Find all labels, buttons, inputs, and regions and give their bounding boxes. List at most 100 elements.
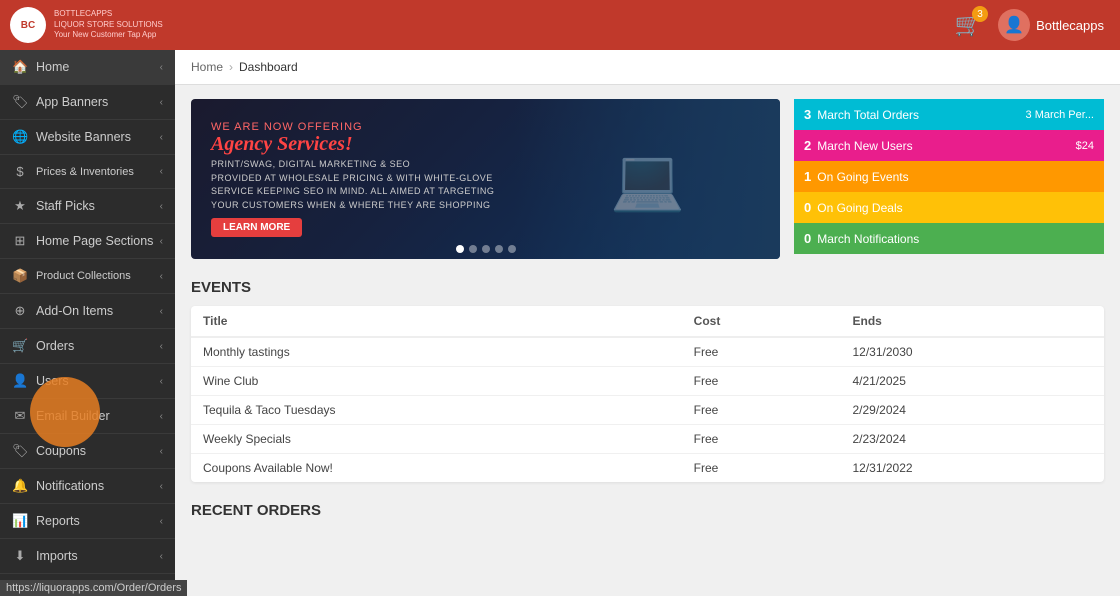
- event-cost-2: Free: [682, 396, 841, 425]
- banner-overlay-text: WE ARE NOW OFFERING Agency Services! PRI…: [211, 121, 494, 237]
- home-icon: 🏠: [12, 59, 28, 75]
- carousel-dots: [456, 245, 516, 253]
- chevron-icon-imports: ‹: [160, 551, 163, 562]
- stat-label-0: March Total Orders: [817, 108, 919, 122]
- event-title-4: Coupons Available Now!: [191, 454, 682, 483]
- banner-section: WE ARE NOW OFFERING Agency Services! PRI…: [191, 99, 1104, 259]
- sidebar-item-label-reports: Reports: [36, 514, 80, 528]
- logo-text: BOTTLECAPPS LIQUOR STORE SOLUTIONS Your …: [54, 9, 163, 40]
- sidebar-item-label-website-banners: Website Banners: [36, 130, 131, 144]
- stat-right-0: 3 March Per...: [1026, 109, 1094, 121]
- col-cost: Cost: [682, 306, 841, 337]
- carousel-wrapper: WE ARE NOW OFFERING Agency Services! PRI…: [191, 99, 780, 259]
- banner-right-side: 💻: [515, 99, 780, 259]
- col-title: Title: [191, 306, 682, 337]
- app-subtitle: Your New Customer Tap App: [54, 30, 163, 40]
- chevron-icon-staff-picks: ‹: [160, 201, 163, 212]
- stat-num-3: 0: [804, 200, 811, 215]
- sidebar-item-notifications[interactable]: 🔔Notifications‹: [0, 469, 175, 504]
- sidebar-item-label-orders: Orders: [36, 339, 74, 353]
- notifications-icon: 🔔: [12, 478, 28, 494]
- stat-label-1: March New Users: [817, 139, 912, 153]
- chevron-icon-website-banners: ‹: [160, 132, 163, 143]
- product-collections-icon: 📦: [12, 268, 28, 284]
- sidebar-item-email-builder[interactable]: ✉Email Builder‹: [0, 399, 175, 434]
- sidebar-item-home-page-sections[interactable]: ⊞Home Page Sections‹: [0, 224, 175, 259]
- event-cost-0: Free: [682, 337, 841, 367]
- carousel-dot-2[interactable]: [469, 245, 477, 253]
- sidebar-item-staff-picks[interactable]: ★ Staff Picks ‹: [0, 189, 175, 224]
- sidebar-item-add-on-items[interactable]: ⊕Add-On Items‹: [0, 294, 175, 329]
- sidebar-item-coupons[interactable]: 🏷 Coupons ‹: [0, 434, 175, 469]
- breadcrumb: Home › Dashboard: [175, 50, 1120, 85]
- sidebar-item-users[interactable]: 👤Users‹: [0, 364, 175, 399]
- chevron-icon-app-banners: ‹: [160, 97, 163, 108]
- breadcrumb-current: Dashboard: [239, 60, 298, 74]
- avatar-circle: 👤: [998, 9, 1030, 41]
- stat-num-1: 2: [804, 138, 811, 153]
- carousel-dot-5[interactable]: [508, 245, 516, 253]
- chevron-icon-home-page-sections: ‹: [160, 236, 163, 247]
- sidebar-item-label-prices-inventories: Prices & Inventories: [36, 166, 134, 178]
- sidebar-item-label-home-page-sections: Home Page Sections: [36, 234, 153, 248]
- sidebar-item-label-staff-picks: Staff Picks: [36, 199, 95, 213]
- sidebar-item-product-collections[interactable]: 📦Product Collections‹: [0, 259, 175, 294]
- banner-line3: PRINT/SWAG, DIGITAL MARKETING & SEO PROV…: [211, 158, 494, 212]
- sidebar-item-label-app-banners: App Banners: [36, 95, 108, 109]
- prices-inventories-icon: $: [12, 164, 28, 179]
- carousel-image: WE ARE NOW OFFERING Agency Services! PRI…: [191, 99, 780, 259]
- content-area: Home › Dashboard WE ARE NOW OFFERING Age…: [175, 50, 1120, 596]
- table-row: Weekly SpecialsFree2/23/2024: [191, 425, 1104, 454]
- sidebar-item-imports[interactable]: ⬇Imports‹: [0, 539, 175, 574]
- sidebar-item-label-email-builder: Email Builder: [36, 409, 110, 423]
- event-ends-1: 4/21/2025: [840, 367, 1104, 396]
- user-avatar[interactable]: 👤 Bottlecapps: [998, 9, 1104, 41]
- events-table: Title Cost Ends Monthly tastingsFree12/3…: [191, 306, 1104, 482]
- sidebar-item-label-coupons: Coupons: [36, 444, 86, 458]
- sidebar-item-orders[interactable]: 🛒Orders‹: [0, 329, 175, 364]
- chevron-icon-orders: ‹: [160, 341, 163, 352]
- stats-panel: 3March Total Orders3 March Per...2March …: [794, 99, 1104, 259]
- stat-label-2: On Going Events: [817, 170, 908, 184]
- sidebar-item-label-imports: Imports: [36, 549, 78, 563]
- chevron-icon-notifications: ‹: [160, 481, 163, 492]
- app-tagline: LIQUOR STORE SOLUTIONS: [54, 20, 163, 30]
- coupons-icon: 🏷: [12, 443, 28, 459]
- sidebar: BC BOTTLECAPPS LIQUOR STORE SOLUTIONS Yo…: [0, 0, 175, 596]
- carousel-dot-4[interactable]: [495, 245, 503, 253]
- stat-num-2: 1: [804, 169, 811, 184]
- chevron-icon-users: ‹: [160, 376, 163, 387]
- stat-row-4: 0March Notifications: [794, 223, 1104, 254]
- sidebar-item-label-home: Home: [36, 60, 69, 74]
- event-ends-2: 2/29/2024: [840, 396, 1104, 425]
- sidebar-item-prices-inventories[interactable]: $Prices & Inventories‹: [0, 155, 175, 189]
- carousel-dot-3[interactable]: [482, 245, 490, 253]
- user-name: Bottlecapps: [1036, 18, 1104, 33]
- sidebar-logo: BC BOTTLECAPPS LIQUOR STORE SOLUTIONS Yo…: [0, 0, 175, 50]
- dashboard-body: WE ARE NOW OFFERING Agency Services! PRI…: [175, 85, 1120, 541]
- banner-line1: WE ARE NOW OFFERING: [211, 121, 494, 133]
- events-section: EVENTS Title Cost Ends Monthly tastingsF…: [191, 279, 1104, 482]
- event-cost-1: Free: [682, 367, 841, 396]
- sidebar-item-home[interactable]: 🏠Home‹: [0, 50, 175, 85]
- chevron-icon-coupons: ‹: [160, 446, 163, 457]
- sidebar-item-label-product-collections: Product Collections: [36, 270, 131, 282]
- reports-icon: 📊: [12, 513, 28, 529]
- carousel-dot-1[interactable]: [456, 245, 464, 253]
- stat-right-1: $24: [1076, 140, 1094, 152]
- learn-more-button[interactable]: LEARN MORE: [211, 218, 302, 237]
- chevron-icon-add-on-items: ‹: [160, 306, 163, 317]
- staff-picks-icon: ★: [12, 198, 28, 214]
- sidebar-item-reports[interactable]: 📊Reports‹: [0, 504, 175, 539]
- sidebar-item-website-banners[interactable]: 🌐Website Banners‹: [0, 120, 175, 155]
- table-row: Wine ClubFree4/21/2025: [191, 367, 1104, 396]
- table-row: Tequila & Taco TuesdaysFree2/29/2024: [191, 396, 1104, 425]
- url-tooltip: https://liquorapps.com/Order/Orders: [0, 580, 187, 596]
- notification-badge: 3: [972, 6, 988, 22]
- stat-row-1: 2 March New Users $24: [794, 130, 1104, 161]
- events-title: EVENTS: [191, 279, 1104, 296]
- sidebar-item-app-banners[interactable]: 🏷App Banners‹: [0, 85, 175, 120]
- breadcrumb-home[interactable]: Home: [191, 60, 223, 74]
- sidebar-item-label-add-on-items: Add-On Items: [36, 304, 113, 318]
- notification-icon[interactable]: 🛒 3: [955, 12, 982, 38]
